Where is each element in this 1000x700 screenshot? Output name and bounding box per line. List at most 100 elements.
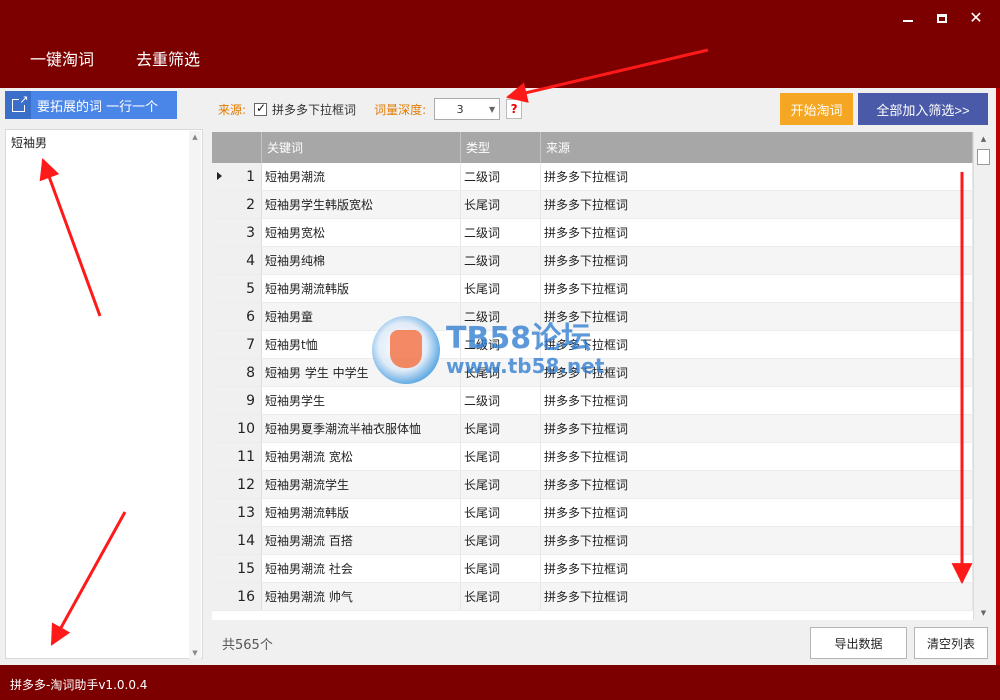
- cell-type: 长尾词: [461, 527, 541, 554]
- tab-one-click-mining[interactable]: 一键淘词: [18, 44, 106, 98]
- seed-header-label: 要拓展的词 一行一个: [37, 99, 159, 115]
- maximize-button[interactable]: [934, 10, 950, 26]
- cell-type: 长尾词: [461, 275, 541, 302]
- scroll-down-icon[interactable]: ▼: [189, 647, 201, 659]
- cell-keyword: 短袖男潮流 百搭: [262, 527, 461, 554]
- source-label: 来源:: [218, 102, 247, 117]
- cell-keyword: 短袖男学生: [262, 387, 461, 414]
- row-number: 13: [212, 499, 262, 526]
- seed-textarea[interactable]: 短袖男 ▲ ▼: [5, 129, 203, 659]
- seed-panel: 要拓展的词 一行一个 短袖男 ▲ ▼: [5, 91, 203, 661]
- cell-type: 长尾词: [461, 471, 541, 498]
- table-row[interactable]: 16 短袖男潮流 帅气 长尾词 拼多多下拉框词: [212, 583, 992, 611]
- table-header: 关键词 类型 来源: [212, 132, 992, 163]
- scroll-up-icon[interactable]: ▲: [974, 132, 992, 146]
- table-row[interactable]: 1 短袖男潮流 二级词 拼多多下拉框词: [212, 163, 992, 191]
- cell-type: 二级词: [461, 163, 541, 190]
- minimize-button[interactable]: [900, 10, 916, 26]
- cell-source: 拼多多下拉框词: [541, 499, 973, 526]
- table-row[interactable]: 2 短袖男学生韩版宽松 长尾词 拼多多下拉框词: [212, 191, 992, 219]
- scroll-down-icon[interactable]: ▼: [974, 606, 992, 620]
- cell-source: 拼多多下拉框词: [541, 583, 973, 610]
- watermark-url: www.tb58.net: [446, 354, 605, 378]
- cell-source: 拼多多下拉框词: [541, 387, 973, 414]
- seed-text: 短袖男: [11, 136, 48, 150]
- source-checkbox[interactable]: 拼多多下拉框词: [254, 101, 356, 118]
- row-number: 15: [212, 555, 262, 582]
- cell-source: 拼多多下拉框词: [541, 471, 973, 498]
- watermark: TB58论坛 www.tb58.net: [372, 316, 604, 384]
- table-footer: 共565个 导出数据 清空列表: [212, 623, 992, 663]
- watermark-title: TB58论坛: [446, 321, 592, 356]
- row-number: 2: [212, 191, 262, 218]
- column-header-source[interactable]: 来源: [541, 132, 973, 163]
- cell-keyword: 短袖男潮流 社会: [262, 555, 461, 582]
- table-row[interactable]: 11 短袖男潮流 宽松 长尾词 拼多多下拉框词: [212, 443, 992, 471]
- cell-type: 长尾词: [461, 415, 541, 442]
- cell-type: 二级词: [461, 387, 541, 414]
- status-bar-text: 拼多多-淘词助手v1.0.0.4: [10, 678, 148, 692]
- total-count: 共565个: [222, 637, 273, 653]
- help-button[interactable]: ?: [506, 99, 523, 119]
- row-number: 12: [212, 471, 262, 498]
- minimize-icon: [903, 20, 913, 22]
- table-row[interactable]: 14 短袖男潮流 百搭 长尾词 拼多多下拉框词: [212, 527, 992, 555]
- cell-keyword: 短袖男潮流 宽松: [262, 443, 461, 470]
- tab-dedupe-filter[interactable]: 去重筛选: [124, 44, 212, 72]
- column-header-type[interactable]: 类型: [461, 132, 541, 163]
- add-all-to-filter-button[interactable]: 全部加入筛选>>: [858, 93, 988, 125]
- cell-keyword: 短袖男潮流 帅气: [262, 583, 461, 610]
- cell-source: 拼多多下拉框词: [541, 527, 973, 554]
- table-body: 1 短袖男潮流 二级词 拼多多下拉框词 2 短袖男学生韩版宽松 长尾词 拼多多下拉框词 3 短袖男…: [212, 163, 992, 611]
- cell-type: 长尾词: [461, 555, 541, 582]
- window-edge: [996, 88, 1000, 665]
- row-number: 5: [212, 275, 262, 302]
- checkbox-checked-icon: [254, 101, 268, 116]
- external-link-button[interactable]: [5, 91, 31, 119]
- chevron-down-icon: ▼: [489, 104, 496, 114]
- scroll-thumb[interactable]: [977, 149, 990, 165]
- current-row-pointer-icon: [217, 172, 222, 180]
- table-row[interactable]: 5 短袖男潮流韩版 长尾词 拼多多下拉框词: [212, 275, 992, 303]
- table-row[interactable]: 4 短袖男纯棉 二级词 拼多多下拉框词: [212, 247, 992, 275]
- column-header-keyword[interactable]: 关键词: [262, 132, 461, 163]
- cell-source: 拼多多下拉框词: [541, 415, 973, 442]
- seed-header: 要拓展的词 一行一个: [5, 91, 177, 119]
- row-number: 16: [212, 583, 262, 610]
- clear-list-button[interactable]: 清空列表: [914, 627, 988, 659]
- row-number: 14: [212, 527, 262, 554]
- toolbar: 来源: 拼多多下拉框词 词量深度: 3 ▼ ? 开始淘词 全部加入筛选>>: [212, 88, 996, 130]
- cell-keyword: 短袖男潮流韩版: [262, 499, 461, 526]
- table-row[interactable]: 3 短袖男宽松 二级词 拼多多下拉框词: [212, 219, 992, 247]
- table-row[interactable]: 13 短袖男潮流韩版 长尾词 拼多多下拉框词: [212, 499, 992, 527]
- row-number: 11: [212, 443, 262, 470]
- row-number: 3: [212, 219, 262, 246]
- seed-scrollbar[interactable]: ▲ ▼: [189, 131, 201, 659]
- table-row[interactable]: 12 短袖男潮流学生 长尾词 拼多多下拉框词: [212, 471, 992, 499]
- cell-type: 长尾词: [461, 443, 541, 470]
- cell-source: 拼多多下拉框词: [541, 303, 973, 330]
- external-link-icon: [11, 93, 29, 112]
- cell-keyword: 短袖男潮流韩版: [262, 275, 461, 302]
- row-number: 4: [212, 247, 262, 274]
- scroll-up-icon[interactable]: ▲: [189, 131, 201, 143]
- table-scrollbar[interactable]: ▲ ▼: [973, 132, 992, 620]
- export-data-button[interactable]: 导出数据: [810, 627, 907, 659]
- row-number: 8: [212, 359, 262, 386]
- table-row[interactable]: 10 短袖男夏季潮流半袖衣服体恤 长尾词 拼多多下拉框词: [212, 415, 992, 443]
- cell-source: 拼多多下拉框词: [541, 247, 973, 274]
- row-number: 10: [212, 415, 262, 442]
- maximize-icon: [937, 13, 947, 23]
- source-checkbox-label: 拼多多下拉框词: [272, 102, 357, 117]
- cell-type: 长尾词: [461, 191, 541, 218]
- depth-value: 3: [456, 102, 464, 116]
- close-button[interactable]: ✕: [968, 10, 984, 26]
- cell-source: 拼多多下拉框词: [541, 555, 973, 582]
- start-mining-button[interactable]: 开始淘词: [780, 93, 853, 125]
- close-icon: ✕: [969, 8, 983, 27]
- cell-source: 拼多多下拉框词: [541, 163, 973, 190]
- depth-select[interactable]: 3 ▼: [434, 98, 501, 120]
- main-tabs: 一键淘词 去重筛选: [18, 44, 230, 98]
- table-row[interactable]: 15 短袖男潮流 社会 长尾词 拼多多下拉框词: [212, 555, 992, 583]
- table-row[interactable]: 9 短袖男学生 二级词 拼多多下拉框词: [212, 387, 992, 415]
